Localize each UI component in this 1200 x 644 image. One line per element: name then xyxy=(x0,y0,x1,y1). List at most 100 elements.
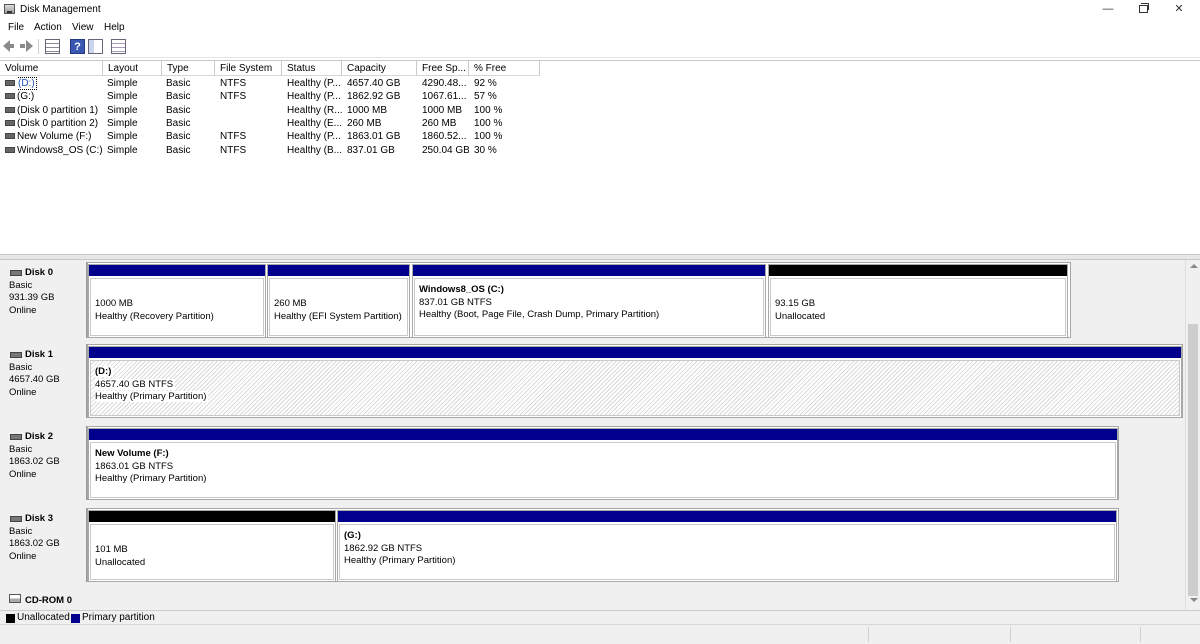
cdrom-name: CD-ROM 0 xyxy=(25,595,72,606)
partition-block[interactable]: (D:) 4657.40 GB NTFS Healthy (Primary Part… xyxy=(88,346,1182,418)
disk-size: 1863.02 GB xyxy=(9,456,60,467)
table-cell: 1862.92 GB xyxy=(347,91,401,103)
table-row[interactable]: (D:) Simple Basic NTFS Healthy (P... 4657.40 … xyxy=(0,77,1200,90)
partition-label: New Volume (F:) xyxy=(95,448,169,459)
table-cell: 1067.61... xyxy=(422,91,467,103)
volume-icon xyxy=(5,133,15,140)
status-separator xyxy=(1140,627,1141,642)
column-header-status[interactable]: Status xyxy=(282,61,342,76)
table-cell: Basic xyxy=(166,131,191,143)
forward-arrow-icon xyxy=(20,40,33,52)
console-tree-icon[interactable] xyxy=(45,39,60,54)
properties-icon[interactable] xyxy=(88,39,103,54)
table-cell: Healthy (E... xyxy=(287,117,342,129)
volume-icon xyxy=(5,119,15,126)
disk-name: Disk 2 xyxy=(9,431,86,444)
table-row[interactable]: (G:) Simple Basic NTFS Healthy (P... 1862.92 … xyxy=(0,90,1200,103)
table-cell: Healthy (B... xyxy=(287,144,342,156)
volume-icon xyxy=(5,80,15,86)
toolbar: ? xyxy=(0,36,1200,58)
scroll-down-icon[interactable] xyxy=(1190,598,1198,602)
disk-state: Online xyxy=(9,468,37,480)
scroll-thumb[interactable] xyxy=(1188,324,1198,596)
column-header-type[interactable]: Type xyxy=(162,61,215,76)
partition-block[interactable]: New Volume (F:) 1863.01 GB NTFS Healthy (P… xyxy=(88,428,1118,500)
partition-size: 1862.92 GB NTFS xyxy=(344,542,423,554)
table-cell: Simple xyxy=(107,131,138,143)
disk-state: Online xyxy=(9,386,37,398)
help-icon[interactable]: ? xyxy=(70,39,85,54)
forward-button[interactable] xyxy=(20,39,35,54)
table-row[interactable]: New Volume (F:) Simple Basic NTFS Healthy (P… xyxy=(0,130,1200,143)
partition-bar xyxy=(338,511,1116,522)
partition-info: 1000 MB Healthy (Recovery Partition) xyxy=(90,278,264,336)
table-cell: NTFS xyxy=(220,144,247,156)
volume-icon xyxy=(5,146,15,153)
column-header-file-system[interactable]: File System xyxy=(215,61,282,76)
partition-status: Unallocated xyxy=(95,556,146,568)
table-cell: Basic xyxy=(166,104,191,116)
disk-name: Disk 3 xyxy=(9,513,86,526)
table-cell: 100 % xyxy=(474,104,503,116)
scroll-up-icon[interactable] xyxy=(1190,264,1198,268)
unallocated-space[interactable]: 93.15 GB Unallocated xyxy=(768,264,1068,338)
partition-block[interactable]: Windows8_OS (C:) 837.01 GB NTFS Healthy (B… xyxy=(412,264,766,338)
table-cell: 250.04 GB xyxy=(422,144,469,156)
column-header-capacity[interactable]: Capacity xyxy=(342,61,417,76)
menu-help[interactable]: Help xyxy=(104,22,125,33)
table-cell: 4657.40 GB xyxy=(347,78,401,89)
partition-block[interactable]: 1000 MB Healthy (Recovery Partition) xyxy=(88,264,266,338)
window-title: Disk Management xyxy=(20,4,101,15)
disk-name-text: Disk 1 xyxy=(25,349,53,360)
disk-type: Basic xyxy=(9,525,33,537)
table-row[interactable]: Windows8_OS (C:) Simple Basic NTFS Healthy (… xyxy=(0,144,1200,157)
restore-icon xyxy=(1138,3,1149,13)
partition-info: (D:) 4657.40 GB NTFS Healthy (Primary Part… xyxy=(90,360,1180,416)
close-button[interactable]: ✕ xyxy=(1157,0,1200,20)
volume-list[interactable]: Volume Layout Type File System Status Ca… xyxy=(0,60,1200,254)
disk-row: Disk 2 Basic 1863.02 GB Online New Volume (F… xyxy=(0,426,1185,506)
disk-icon xyxy=(10,352,22,358)
disk-row: Disk 3 Basic 1863.02 GB Online 101 MB Unalloc… xyxy=(0,508,1185,588)
column-header-layout[interactable]: Layout xyxy=(103,61,162,76)
show-hide-icon[interactable] xyxy=(111,39,126,54)
unallocated-space[interactable]: 101 MB Unallocated xyxy=(88,510,336,582)
partition-strip: 1000 MB Healthy (Recovery Partition) 260 M… xyxy=(87,262,1071,338)
partition-strip: 101 MB Unallocated (G:) 1862.92 GB NTFS Heal… xyxy=(87,508,1119,582)
cdrom-row[interactable]: CD-ROM 0 xyxy=(0,590,1185,610)
disk-name-text: Disk 2 xyxy=(25,431,53,442)
legend-swatch-primary xyxy=(71,614,80,623)
disk-icon xyxy=(10,516,22,522)
column-header-percent-free[interactable]: % Free xyxy=(469,61,540,76)
graph-scrollbar[interactable] xyxy=(1185,260,1200,610)
legend: Unallocated Primary partition xyxy=(0,610,1200,624)
partition-status: Healthy (Recovery Partition) xyxy=(95,310,214,322)
partition-block[interactable]: 260 MB Healthy (EFI System Partition) xyxy=(267,264,410,338)
partition-size: 4657.40 GB NTFS xyxy=(95,378,176,390)
disk-label[interactable]: Disk 2 Basic 1863.02 GB Online xyxy=(3,426,87,500)
disk-icon xyxy=(10,270,22,276)
table-cell: Basic xyxy=(166,117,191,129)
menu-file[interactable]: File xyxy=(8,22,24,33)
status-separator xyxy=(1010,627,1011,642)
table-row[interactable]: (Disk 0 partition 2) Simple Basic Healthy (… xyxy=(0,117,1200,130)
status-separator xyxy=(868,627,869,642)
disk-label[interactable]: Disk 3 Basic 1863.02 GB Online xyxy=(3,508,87,582)
partition-status: Unallocated xyxy=(775,310,826,322)
legend-label-unallocated: Unallocated xyxy=(17,612,70,623)
menu-view[interactable]: View xyxy=(72,22,94,33)
disk-label[interactable]: Disk 0 Basic 931.39 GB Online xyxy=(3,262,87,338)
table-cell: 4290.48... xyxy=(422,78,467,89)
column-header-volume[interactable]: Volume xyxy=(0,61,103,76)
disk-name: Disk 0 xyxy=(9,267,86,280)
table-cell: Basic xyxy=(166,78,191,89)
back-button[interactable] xyxy=(3,39,18,54)
table-row[interactable]: (Disk 0 partition 1) Simple Basic Healthy (… xyxy=(0,104,1200,117)
partition-info: 93.15 GB Unallocated xyxy=(770,278,1066,336)
disk-row: Disk 1 Basic 4657.40 GB Online (D:) 4657.40 G… xyxy=(0,344,1185,424)
column-header-free-space[interactable]: Free Sp... xyxy=(417,61,469,76)
partition-block[interactable]: (G:) 1862.92 GB NTFS Healthy (Primary Part… xyxy=(337,510,1117,582)
menu-action[interactable]: Action xyxy=(34,22,62,33)
title-bar: Disk Management — ✕ xyxy=(0,0,1200,20)
disk-label[interactable]: Disk 1 Basic 4657.40 GB Online xyxy=(3,344,87,418)
